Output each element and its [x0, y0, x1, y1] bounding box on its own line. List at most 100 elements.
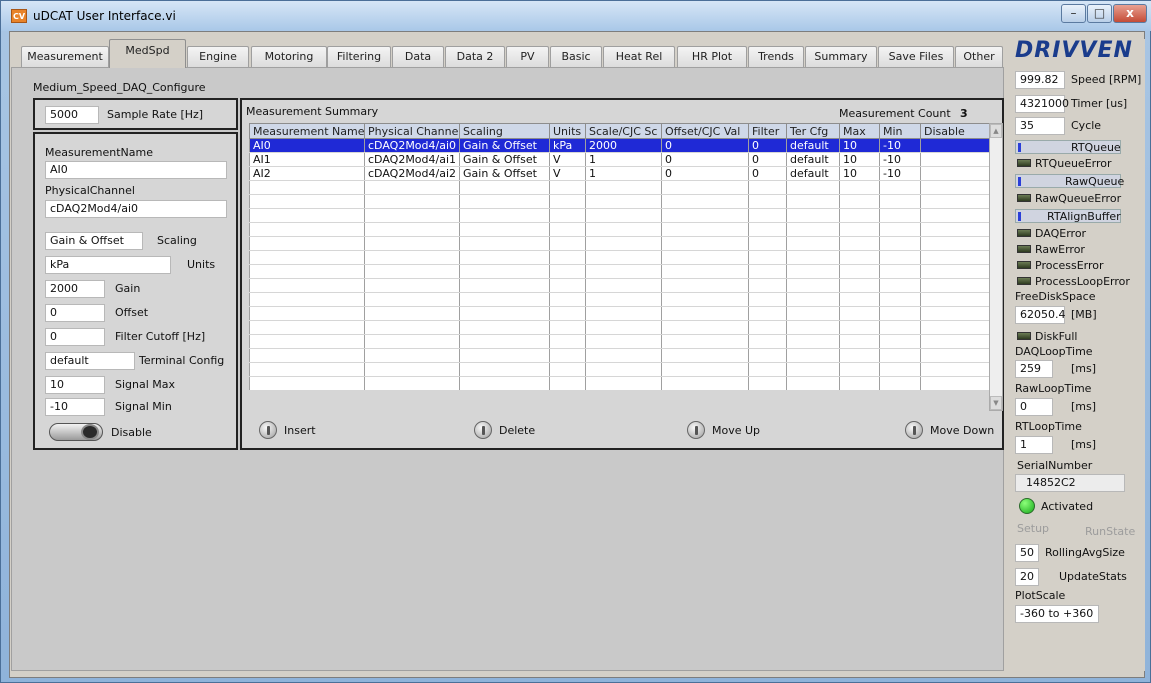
- table-cell[interactable]: [661, 180, 749, 195]
- table-cell[interactable]: [249, 264, 365, 279]
- gain-input[interactable]: 2000: [45, 280, 105, 298]
- table-cell[interactable]: [585, 208, 662, 223]
- table-cell[interactable]: Gain & Offset: [459, 166, 550, 181]
- col-units[interactable]: Units: [549, 123, 586, 139]
- table-row[interactable]: [249, 320, 990, 335]
- table-cell[interactable]: [920, 180, 990, 195]
- table-cell[interactable]: [786, 362, 840, 377]
- table-cell[interactable]: [920, 306, 990, 321]
- table-cell[interactable]: cDAQ2Mod4/ai1: [364, 152, 460, 167]
- scroll-up-icon[interactable]: ▲: [990, 124, 1002, 138]
- table-cell[interactable]: [585, 194, 662, 209]
- table-cell[interactable]: [748, 334, 787, 349]
- table-cell[interactable]: 0: [748, 166, 787, 181]
- table-cell[interactable]: [920, 166, 990, 181]
- measurement-table[interactable]: Measurement Name Physical Channel Scalin…: [249, 123, 990, 391]
- tab-filtering[interactable]: Filtering: [327, 46, 391, 67]
- table-cell[interactable]: [549, 320, 586, 335]
- table-cell[interactable]: [364, 278, 460, 293]
- table-cell[interactable]: [249, 334, 365, 349]
- table-cell[interactable]: [549, 334, 586, 349]
- table-cell[interactable]: [839, 348, 880, 363]
- table-cell[interactable]: Gain & Offset: [459, 138, 550, 153]
- table-cell[interactable]: [549, 222, 586, 237]
- table-cell[interactable]: [585, 348, 662, 363]
- table-cell[interactable]: [364, 334, 460, 349]
- table-cell[interactable]: 1: [585, 152, 662, 167]
- table-cell[interactable]: [459, 306, 550, 321]
- table-cell[interactable]: [661, 264, 749, 279]
- table-cell[interactable]: [920, 194, 990, 209]
- tab-other[interactable]: Other: [955, 46, 1003, 67]
- table-cell[interactable]: [786, 278, 840, 293]
- table-cell[interactable]: [839, 278, 880, 293]
- maximize-button[interactable]: □: [1087, 4, 1112, 23]
- table-cell[interactable]: [459, 376, 550, 391]
- table-cell[interactable]: [879, 278, 921, 293]
- table-cell[interactable]: [786, 306, 840, 321]
- table-cell[interactable]: [364, 236, 460, 251]
- table-cell[interactable]: [585, 222, 662, 237]
- table-cell[interactable]: [459, 208, 550, 223]
- table-cell[interactable]: 0: [661, 152, 749, 167]
- col-min[interactable]: Min: [879, 123, 921, 139]
- table-cell[interactable]: [839, 320, 880, 335]
- col-measurement-name[interactable]: Measurement Name: [249, 123, 365, 139]
- table-cell[interactable]: [748, 320, 787, 335]
- col-ter-cfg[interactable]: Ter Cfg: [786, 123, 840, 139]
- units-input[interactable]: kPa: [45, 256, 171, 274]
- table-cell[interactable]: [786, 180, 840, 195]
- table-cell[interactable]: [661, 208, 749, 223]
- table-cell[interactable]: [839, 362, 880, 377]
- table-cell[interactable]: [786, 194, 840, 209]
- col-disable[interactable]: Disable: [920, 123, 990, 139]
- table-cell[interactable]: [459, 334, 550, 349]
- table-cell[interactable]: [661, 306, 749, 321]
- table-cell[interactable]: [459, 292, 550, 307]
- table-cell[interactable]: 0: [748, 138, 787, 153]
- table-cell[interactable]: [920, 320, 990, 335]
- table-cell[interactable]: [459, 194, 550, 209]
- table-cell[interactable]: [549, 348, 586, 363]
- table-cell[interactable]: [661, 250, 749, 265]
- table-cell[interactable]: -10: [879, 166, 921, 181]
- table-cell[interactable]: 0: [661, 138, 749, 153]
- table-cell[interactable]: [661, 292, 749, 307]
- table-row[interactable]: AI2 cDAQ2Mod4/ai2 Gain & Offset V 1 0 0 default…: [249, 166, 990, 181]
- table-cell[interactable]: default: [786, 166, 840, 181]
- table-cell[interactable]: [920, 334, 990, 349]
- table-cell[interactable]: [364, 362, 460, 377]
- table-cell[interactable]: [585, 264, 662, 279]
- table-row[interactable]: [249, 208, 990, 223]
- table-cell[interactable]: [879, 348, 921, 363]
- table-cell[interactable]: [839, 222, 880, 237]
- tab-engine[interactable]: Engine: [187, 46, 249, 67]
- table-cell[interactable]: [786, 236, 840, 251]
- table-cell[interactable]: [661, 348, 749, 363]
- table-cell[interactable]: [549, 250, 586, 265]
- table-cell[interactable]: cDAQ2Mod4/ai0: [364, 138, 460, 153]
- table-cell[interactable]: 10: [839, 138, 880, 153]
- insert-button[interactable]: [259, 421, 277, 439]
- tab-basic[interactable]: Basic: [550, 46, 602, 67]
- table-cell[interactable]: [364, 292, 460, 307]
- table-cell[interactable]: [459, 250, 550, 265]
- table-cell[interactable]: [920, 376, 990, 391]
- table-row[interactable]: [249, 264, 990, 279]
- table-cell[interactable]: [249, 278, 365, 293]
- table-cell[interactable]: [249, 362, 365, 377]
- table-cell[interactable]: AI1: [249, 152, 365, 167]
- table-cell[interactable]: [920, 278, 990, 293]
- tab-data[interactable]: Data: [392, 46, 444, 67]
- table-cell[interactable]: [661, 222, 749, 237]
- table-cell[interactable]: [364, 208, 460, 223]
- table-cell[interactable]: [459, 264, 550, 279]
- table-cell[interactable]: -10: [879, 138, 921, 153]
- table-cell[interactable]: [549, 292, 586, 307]
- signal-max-input[interactable]: 10: [45, 376, 105, 394]
- table-row[interactable]: [249, 334, 990, 349]
- table-cell[interactable]: [585, 320, 662, 335]
- table-cell[interactable]: [364, 348, 460, 363]
- table-cell[interactable]: [661, 362, 749, 377]
- table-cell[interactable]: 0: [661, 166, 749, 181]
